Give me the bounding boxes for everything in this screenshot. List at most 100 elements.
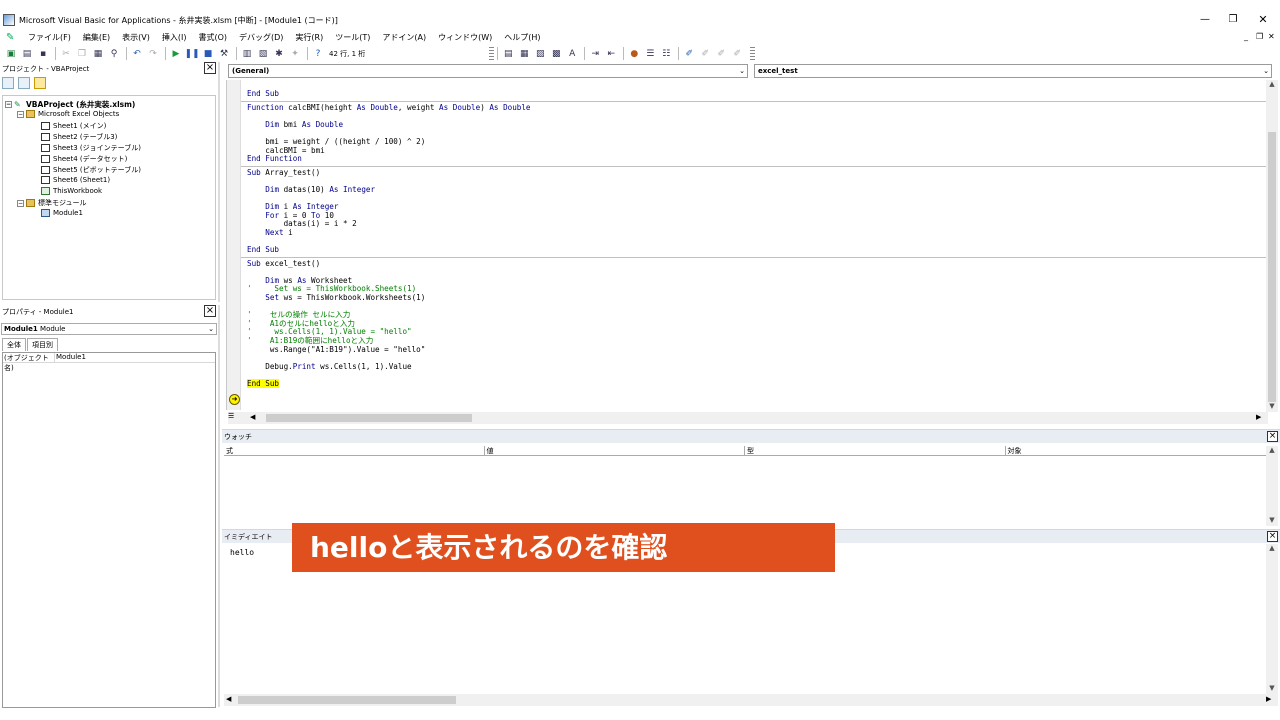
scroll-thumb[interactable] bbox=[1268, 132, 1276, 402]
toolbar-grip[interactable] bbox=[489, 47, 495, 60]
menu-edit[interactable]: 編集(E) bbox=[77, 32, 116, 43]
collapse-icon[interactable]: − bbox=[17, 199, 24, 207]
tree-node-sheet3[interactable]: Sheet3 (ジョインテーブル) bbox=[41, 143, 141, 153]
scroll-up-icon[interactable]: ▲ bbox=[1266, 80, 1278, 88]
watch-close-icon[interactable]: × bbox=[1267, 431, 1278, 442]
procedure-combo[interactable]: excel_test ⌄ bbox=[754, 64, 1272, 78]
toggle-bookmark-icon[interactable]: ✐ bbox=[682, 47, 696, 61]
scroll-up-icon[interactable]: ▲ bbox=[1266, 544, 1278, 552]
view-mode-icon[interactable]: ☰ bbox=[228, 412, 234, 420]
property-value[interactable]: Module1 bbox=[55, 353, 86, 362]
comment-block-icon[interactable]: ☰ bbox=[643, 47, 657, 61]
scroll-down-icon[interactable]: ▼ bbox=[1266, 402, 1278, 410]
menu-help[interactable]: ヘルプ(H) bbox=[498, 32, 546, 43]
undo-icon[interactable]: ↶ bbox=[130, 47, 144, 61]
immediate-scrollbar[interactable]: ▲ ▼ bbox=[1266, 544, 1278, 694]
menu-debug[interactable]: デバッグ(D) bbox=[233, 32, 289, 43]
next-bookmark-icon[interactable]: ✐ bbox=[698, 47, 712, 61]
property-row[interactable]: (オブジェクト名) Module1 bbox=[3, 353, 215, 372]
immediate-horizontal-scrollbar[interactable]: ◀ ▶ bbox=[224, 694, 1278, 706]
previous-bookmark-icon[interactable]: ✐ bbox=[714, 47, 728, 61]
project-close-icon[interactable]: × bbox=[204, 62, 216, 74]
watch-list[interactable] bbox=[224, 456, 1266, 526]
menu-insert[interactable]: 挿入(I) bbox=[156, 32, 193, 43]
collapse-icon[interactable]: − bbox=[17, 110, 24, 118]
help-icon[interactable]: ? bbox=[311, 47, 325, 61]
object-combo[interactable]: (General) ⌄ bbox=[228, 64, 748, 78]
break-icon[interactable]: ❚❚ bbox=[184, 47, 199, 61]
menu-format[interactable]: 書式(O) bbox=[192, 32, 233, 43]
scroll-thumb[interactable] bbox=[266, 414, 472, 422]
toggle-breakpoint-icon[interactable]: ● bbox=[627, 47, 641, 61]
watch-col-type[interactable]: 型 bbox=[745, 446, 1006, 455]
chevron-down-icon[interactable]: ⌄ bbox=[1263, 65, 1269, 77]
close-button[interactable]: ✕ bbox=[1246, 10, 1280, 30]
design-mode-icon[interactable]: ⚒ bbox=[217, 47, 231, 61]
scroll-right-icon[interactable]: ▶ bbox=[1266, 695, 1271, 703]
insert-module-icon[interactable]: ▤ bbox=[20, 47, 34, 61]
menu-view[interactable]: 表示(V) bbox=[116, 32, 156, 43]
paste-icon[interactable]: ▦ bbox=[91, 47, 105, 61]
watch-scrollbar[interactable]: ▲ ▼ bbox=[1266, 446, 1278, 526]
toggle-folders-icon[interactable] bbox=[34, 77, 46, 89]
watch-col-context[interactable]: 対象 bbox=[1006, 446, 1267, 455]
complete-word-icon[interactable]: A bbox=[565, 47, 579, 61]
menu-addins[interactable]: アドイン(A) bbox=[376, 32, 432, 43]
scroll-down-icon[interactable]: ▼ bbox=[1266, 516, 1278, 524]
object-select[interactable]: Module1 Module ⌄ bbox=[1, 323, 217, 335]
maximize-button[interactable]: ❐ bbox=[1216, 10, 1250, 30]
tree-node-sheet1[interactable]: Sheet1 (メイン) bbox=[41, 121, 106, 131]
save-icon[interactable]: ▪ bbox=[36, 47, 50, 61]
chevron-down-icon[interactable]: ⌄ bbox=[739, 65, 745, 77]
quick-info-icon[interactable]: ▨ bbox=[533, 47, 547, 61]
tab-category[interactable]: 項目別 bbox=[27, 338, 58, 351]
list-properties-icon[interactable]: ▤ bbox=[501, 47, 515, 61]
code-vertical-scrollbar[interactable]: ▲ ▼ bbox=[1266, 80, 1278, 412]
scroll-up-icon[interactable]: ▲ bbox=[1266, 446, 1278, 454]
list-constants-icon[interactable]: ▦ bbox=[517, 47, 531, 61]
menu-file[interactable]: ファイル(F) bbox=[22, 32, 77, 43]
run-icon[interactable]: ▶ bbox=[169, 47, 183, 61]
menu-run[interactable]: 実行(R) bbox=[289, 32, 329, 43]
find-icon[interactable]: ⚲ bbox=[107, 47, 121, 61]
scroll-left-icon[interactable]: ◀ bbox=[226, 695, 231, 703]
scroll-left-icon[interactable]: ◀ bbox=[250, 413, 255, 421]
redo-icon[interactable]: ↷ bbox=[146, 47, 160, 61]
code-editor[interactable]: End Sub Function calcBMI(height As Double… bbox=[226, 80, 1266, 410]
properties-window-icon[interactable]: ▧ bbox=[256, 47, 270, 61]
tree-node-thisworkbook[interactable]: ThisWorkbook bbox=[41, 187, 102, 195]
toolbar-grip[interactable] bbox=[750, 47, 756, 60]
menu-tools[interactable]: ツール(T) bbox=[329, 32, 376, 43]
chevron-down-icon[interactable]: ⌄ bbox=[208, 324, 214, 334]
toolbox-icon[interactable]: ✦ bbox=[288, 47, 302, 61]
reset-icon[interactable]: ■ bbox=[201, 47, 215, 61]
watch-col-value[interactable]: 値 bbox=[485, 446, 745, 455]
tree-node-sheet2[interactable]: Sheet2 (テーブル3) bbox=[41, 132, 117, 142]
indent-icon[interactable]: ⇥ bbox=[588, 47, 602, 61]
code-margin[interactable] bbox=[227, 80, 241, 410]
scroll-thumb[interactable] bbox=[238, 696, 456, 704]
tree-node-vbaproject[interactable]: − ✎ VBAProject (糸井実装.xlsm) bbox=[5, 99, 135, 110]
view-object-icon[interactable] bbox=[18, 77, 30, 89]
clear-bookmarks-icon[interactable]: ✐ bbox=[730, 47, 744, 61]
code-text[interactable]: End Sub Function calcBMI(height As Double… bbox=[241, 89, 1266, 389]
scroll-right-icon[interactable]: ▶ bbox=[1256, 413, 1261, 421]
scroll-down-icon[interactable]: ▼ bbox=[1266, 684, 1278, 692]
tree-node-modules[interactable]: − 標準モジュール bbox=[17, 198, 87, 208]
mdi-close-button[interactable]: ✕ bbox=[1268, 30, 1275, 44]
collapse-icon[interactable]: − bbox=[5, 101, 12, 108]
tree-node-sheet5[interactable]: Sheet5 (ピボットテーブル) bbox=[41, 165, 141, 175]
menu-window[interactable]: ウィンドウ(W) bbox=[432, 32, 498, 43]
cut-icon[interactable]: ✂ bbox=[59, 47, 73, 61]
parameter-info-icon[interactable]: ▩ bbox=[549, 47, 563, 61]
tree-node-module1[interactable]: Module1 bbox=[41, 209, 83, 217]
mdi-restore-button[interactable]: ❐ bbox=[1256, 30, 1263, 44]
mdi-minimize-button[interactable]: _ bbox=[1244, 30, 1248, 44]
view-code-icon[interactable] bbox=[2, 77, 14, 89]
tree-node-sheet4[interactable]: Sheet4 (データセット) bbox=[41, 154, 127, 164]
object-browser-icon[interactable]: ✱ bbox=[272, 47, 286, 61]
code-horizontal-scrollbar[interactable]: ☰ ◀ ▶ bbox=[228, 412, 1268, 424]
uncomment-block-icon[interactable]: ☷ bbox=[659, 47, 673, 61]
immediate-close-icon[interactable]: × bbox=[1267, 531, 1278, 542]
copy-icon[interactable]: ❐ bbox=[75, 47, 89, 61]
